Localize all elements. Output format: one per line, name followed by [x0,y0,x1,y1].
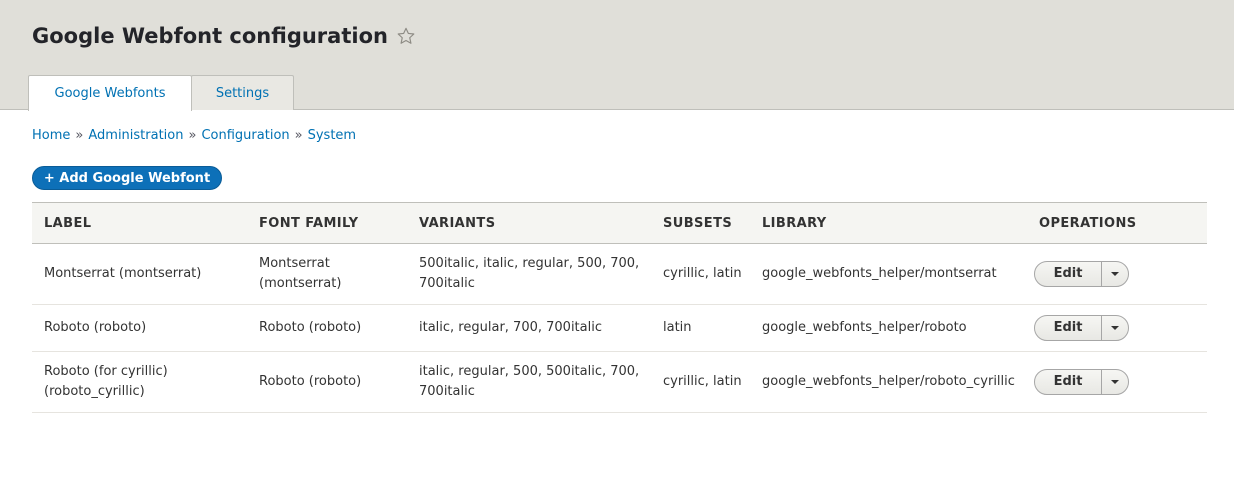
edit-button[interactable]: Edit [1035,262,1102,286]
cell-variants: italic, regular, 700, 700italic [419,320,602,335]
cell-subsets: latin [663,320,692,335]
edit-button[interactable]: Edit [1035,370,1102,394]
tab-label: Settings [215,85,270,101]
operations-dropdown-toggle[interactable] [1102,262,1128,286]
operations-dropdown-toggle[interactable] [1102,370,1128,394]
operations-dropbutton: Edit [1034,261,1129,287]
cell-operations: Edit [1027,261,1207,287]
cell-font-family: Roboto (roboto) [259,320,362,335]
breadcrumb-home[interactable]: Home [32,128,70,143]
column-header-variants: VARIANTS [419,215,496,231]
cell-label: Roboto (roboto) [44,320,147,335]
cell-label: Montserrat (montserrat) [44,266,202,281]
operations-dropbutton: Edit [1034,315,1129,341]
operations-dropbutton: Edit [1034,369,1129,395]
cell-operations: Edit [1027,369,1207,395]
breadcrumb-separator: » [188,128,197,143]
chevron-down-icon [1111,326,1119,330]
tab-label: Google Webfonts [54,86,166,101]
cell-library: google_webfonts_helper/montserrat [762,266,997,281]
cell-library: google_webfonts_helper/roboto [762,320,967,335]
breadcrumb-system[interactable]: System [308,128,356,143]
operations-dropdown-toggle[interactable] [1102,316,1128,340]
page-title-wrapper: Google Webfont configuration [32,24,416,48]
cell-label: Roboto (for cyrillic) (roboto_cyrillic) [44,364,168,399]
tab-google-webfonts[interactable]: Google Webfonts [28,75,192,111]
cell-variants: 500italic, italic, regular, 500, 700, 70… [419,256,640,291]
webfonts-table: LABEL FONT FAMILY VARIANTS SUBSETS LIBRA… [32,202,1207,413]
breadcrumb-configuration[interactable]: Configuration [201,128,289,143]
table-header: LABEL FONT FAMILY VARIANTS SUBSETS LIBRA… [32,202,1207,244]
cell-variants: italic, regular, 500, 500italic, 700, 70… [419,364,640,399]
add-google-webfont-button[interactable]: + Add Google Webfont [32,166,222,190]
table-row: Roboto (roboto) Roboto (roboto) italic, … [32,305,1207,352]
page-title: Google Webfont configuration [32,24,388,48]
primary-tabs: Google Webfonts Settings [28,75,294,111]
table-row: Roboto (for cyrillic) (roboto_cyrillic) … [32,352,1207,413]
column-header-subsets: SUBSETS [663,215,733,231]
cell-library: google_webfonts_helper/roboto_cyrillic [762,374,1015,389]
chevron-down-icon [1111,272,1119,276]
breadcrumb-separator: » [294,128,303,143]
cell-subsets: cyrillic, latin [663,374,742,389]
cell-font-family: Montserrat (montserrat) [259,256,342,291]
page-header: Google Webfont configuration Google Webf… [0,0,1234,111]
cell-subsets: cyrillic, latin [663,266,742,281]
chevron-down-icon [1111,380,1119,384]
breadcrumb-separator: » [75,128,84,143]
column-header-operations: OPERATIONS [1039,215,1137,231]
column-header-library: LIBRARY [762,215,827,231]
cell-font-family: Roboto (roboto) [259,374,362,389]
column-header-label: LABEL [44,215,92,231]
tab-settings[interactable]: Settings [191,75,294,110]
breadcrumb-administration[interactable]: Administration [88,128,183,143]
column-header-font-family: FONT FAMILY [259,215,359,231]
star-icon[interactable] [396,26,416,46]
table-row: Montserrat (montserrat) Montserrat (mont… [32,244,1207,305]
breadcrumb: Home » Administration » Configuration » … [32,128,356,143]
cell-operations: Edit [1027,315,1207,341]
edit-button[interactable]: Edit [1035,316,1102,340]
